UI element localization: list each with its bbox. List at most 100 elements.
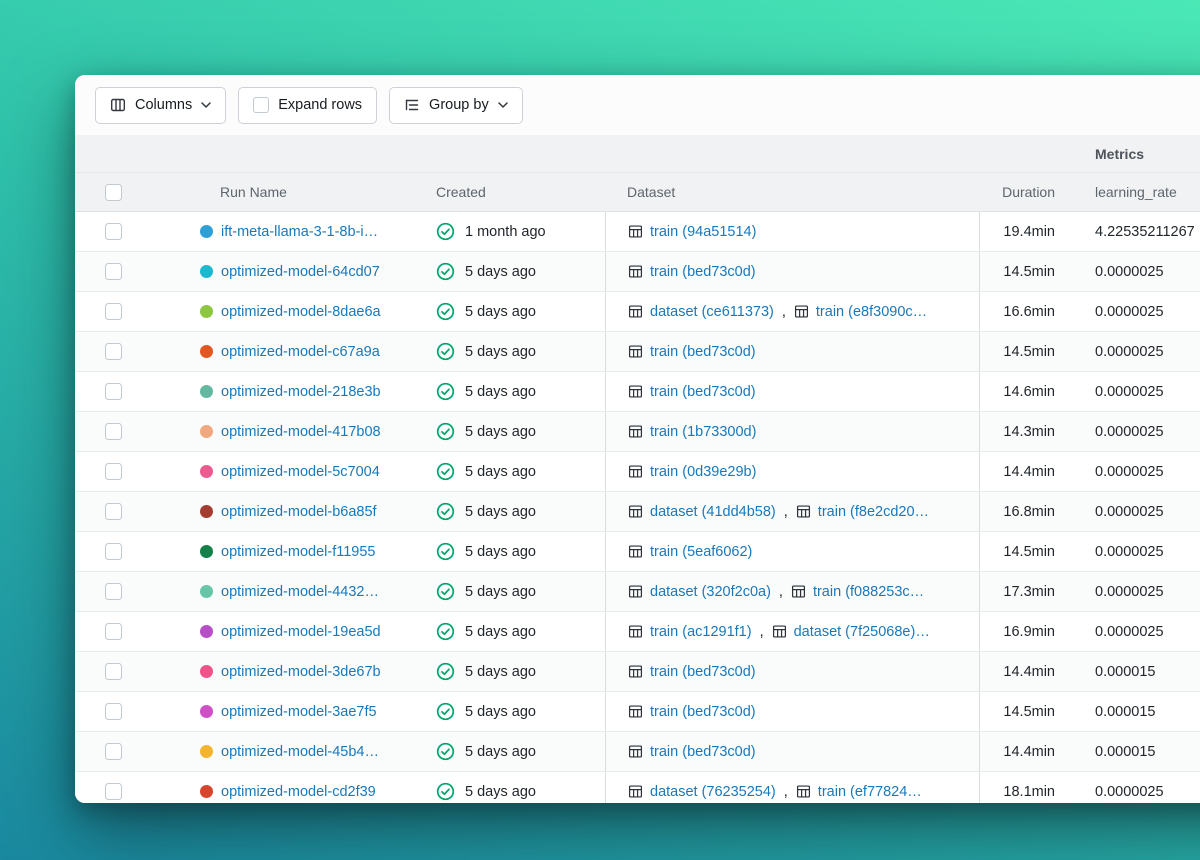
dataset-link[interactable]: train (f8e2cd20… — [818, 504, 929, 520]
row-checkbox[interactable] — [105, 463, 122, 480]
table-icon — [796, 784, 811, 799]
table-row[interactable]: optimized-model-8dae6a 5 days ago datase… — [75, 292, 1200, 332]
run-name-link[interactable]: optimized-model-4432… — [221, 584, 379, 600]
duration-column-header[interactable]: Duration — [980, 184, 1065, 200]
duration-text: 16.6min — [1003, 303, 1055, 320]
created-text: 5 days ago — [465, 423, 536, 440]
run-color-dot — [200, 505, 213, 518]
table-row[interactable]: optimized-model-5c7004 5 days ago train … — [75, 452, 1200, 492]
row-checkbox[interactable] — [105, 783, 122, 800]
dataset-link[interactable]: train (0d39e29b) — [650, 464, 756, 480]
dataset-link[interactable]: dataset (76235254) — [650, 784, 776, 800]
row-checkbox[interactable] — [105, 623, 122, 640]
dataset-link[interactable]: train (bed73c0d) — [650, 384, 756, 400]
dataset-link[interactable]: train (94a51514) — [650, 224, 756, 240]
row-checkbox[interactable] — [105, 263, 122, 280]
table-row[interactable]: optimized-model-218e3b 5 days ago train … — [75, 372, 1200, 412]
run-name-link[interactable]: optimized-model-3ae7f5 — [221, 704, 377, 720]
table-row[interactable]: ift-meta-llama-3-1-8b-i… 1 month ago tra… — [75, 212, 1200, 252]
dataset-cell: train (94a51514) — [605, 212, 980, 251]
row-checkbox[interactable] — [105, 663, 122, 680]
row-checkbox[interactable] — [105, 743, 122, 760]
dataset-link[interactable]: train (ef77824… — [818, 784, 922, 800]
duration-text: 18.1min — [1003, 783, 1055, 800]
check-circle-icon — [436, 742, 455, 761]
row-checkbox[interactable] — [105, 703, 122, 720]
dataset-cell: train (bed73c0d) — [605, 372, 980, 411]
table-row[interactable]: optimized-model-64cd07 5 days ago train … — [75, 252, 1200, 292]
dataset-link[interactable]: train (bed73c0d) — [650, 664, 756, 680]
dataset-link[interactable]: dataset (320f2c0a) — [650, 584, 771, 600]
row-checkbox[interactable] — [105, 423, 122, 440]
dataset-link[interactable]: train (bed73c0d) — [650, 264, 756, 280]
table-row[interactable]: optimized-model-3de67b 5 days ago train … — [75, 652, 1200, 692]
created-text: 5 days ago — [465, 743, 536, 760]
run-name-link[interactable]: optimized-model-417b08 — [221, 424, 381, 440]
run-name-link[interactable]: optimized-model-45b4… — [221, 744, 379, 760]
dataset-link[interactable]: dataset (ce611373) — [650, 304, 774, 320]
run-name-link[interactable]: optimized-model-19ea5d — [221, 624, 381, 640]
dataset-link[interactable]: train (5eaf6062) — [650, 544, 752, 560]
dataset-link[interactable]: dataset (7f25068e)… — [794, 624, 930, 640]
run-name-column-header[interactable]: Run Name — [180, 184, 430, 200]
run-name-link[interactable]: optimized-model-218e3b — [221, 384, 381, 400]
learning-rate-text: 0.0000025 — [1095, 423, 1164, 440]
dataset-link[interactable]: train (bed73c0d) — [650, 704, 756, 720]
table-row[interactable]: optimized-model-cd2f39 5 days ago datase… — [75, 772, 1200, 803]
dataset-link[interactable]: train (ac1291f1) — [650, 624, 752, 640]
check-circle-icon — [436, 422, 455, 441]
table-row[interactable]: optimized-model-45b4… 5 days ago train (… — [75, 732, 1200, 772]
dataset-link[interactable]: train (f088253c… — [813, 584, 924, 600]
row-checkbox[interactable] — [105, 583, 122, 600]
check-circle-icon — [436, 702, 455, 721]
run-color-dot — [200, 305, 213, 318]
learning-rate-column-header[interactable]: learning_rate — [1065, 184, 1200, 200]
table-row[interactable]: optimized-model-3ae7f5 5 days ago train … — [75, 692, 1200, 732]
run-name-link[interactable]: optimized-model-5c7004 — [221, 464, 380, 480]
run-name-link[interactable]: ift-meta-llama-3-1-8b-i… — [221, 224, 378, 240]
dataset-cell: train (bed73c0d) — [605, 692, 980, 731]
created-column-header[interactable]: Created — [430, 184, 605, 200]
dataset-cell: dataset (76235254) , train (ef77824… — [605, 772, 980, 803]
dataset-link[interactable]: train (bed73c0d) — [650, 344, 756, 360]
row-checkbox[interactable] — [105, 543, 122, 560]
duration-text: 14.3min — [1003, 423, 1055, 440]
row-checkbox[interactable] — [105, 303, 122, 320]
table-row[interactable]: optimized-model-417b08 5 days ago train … — [75, 412, 1200, 452]
run-name-link[interactable]: optimized-model-c67a9a — [221, 344, 380, 360]
table-row[interactable]: optimized-model-b6a85f 5 days ago datase… — [75, 492, 1200, 532]
duration-text: 14.5min — [1003, 703, 1055, 720]
run-name-link[interactable]: optimized-model-b6a85f — [221, 504, 377, 520]
run-color-dot — [200, 585, 213, 598]
dataset-cell: train (bed73c0d) — [605, 332, 980, 371]
run-name-link[interactable]: optimized-model-64cd07 — [221, 264, 380, 280]
dataset-link[interactable]: dataset (41dd4b58) — [650, 504, 776, 520]
group-by-button[interactable]: Group by — [389, 86, 523, 124]
dataset-link[interactable]: train (e8f3090c… — [816, 304, 927, 320]
row-checkbox[interactable] — [105, 503, 122, 520]
dataset-cell: dataset (ce611373) , train (e8f3090c… — [605, 292, 980, 331]
run-name-link[interactable]: optimized-model-8dae6a — [221, 304, 381, 320]
dataset-link[interactable]: train (bed73c0d) — [650, 744, 756, 760]
run-color-dot — [200, 265, 213, 278]
row-checkbox[interactable] — [105, 383, 122, 400]
table-row[interactable]: optimized-model-f11955 5 days ago train … — [75, 532, 1200, 572]
learning-rate-text: 0.0000025 — [1095, 263, 1164, 280]
columns-button[interactable]: Columns — [95, 86, 227, 124]
created-text: 5 days ago — [465, 303, 536, 320]
table-row[interactable]: optimized-model-4432… 5 days ago dataset… — [75, 572, 1200, 612]
group-by-icon — [404, 97, 420, 113]
learning-rate-text: 0.000015 — [1095, 743, 1156, 760]
expand-rows-button[interactable]: Expand rows — [238, 86, 378, 124]
learning-rate-text: 0.000015 — [1095, 663, 1156, 680]
dataset-link[interactable]: train (1b73300d) — [650, 424, 756, 440]
run-name-link[interactable]: optimized-model-3de67b — [221, 664, 381, 680]
row-checkbox[interactable] — [105, 223, 122, 240]
select-all-checkbox[interactable] — [105, 183, 122, 201]
run-name-link[interactable]: optimized-model-f11955 — [221, 544, 375, 560]
table-row[interactable]: optimized-model-19ea5d 5 days ago train … — [75, 612, 1200, 652]
run-name-link[interactable]: optimized-model-cd2f39 — [221, 784, 376, 800]
dataset-column-header[interactable]: Dataset — [605, 184, 980, 200]
table-row[interactable]: optimized-model-c67a9a 5 days ago train … — [75, 332, 1200, 372]
row-checkbox[interactable] — [105, 343, 122, 360]
